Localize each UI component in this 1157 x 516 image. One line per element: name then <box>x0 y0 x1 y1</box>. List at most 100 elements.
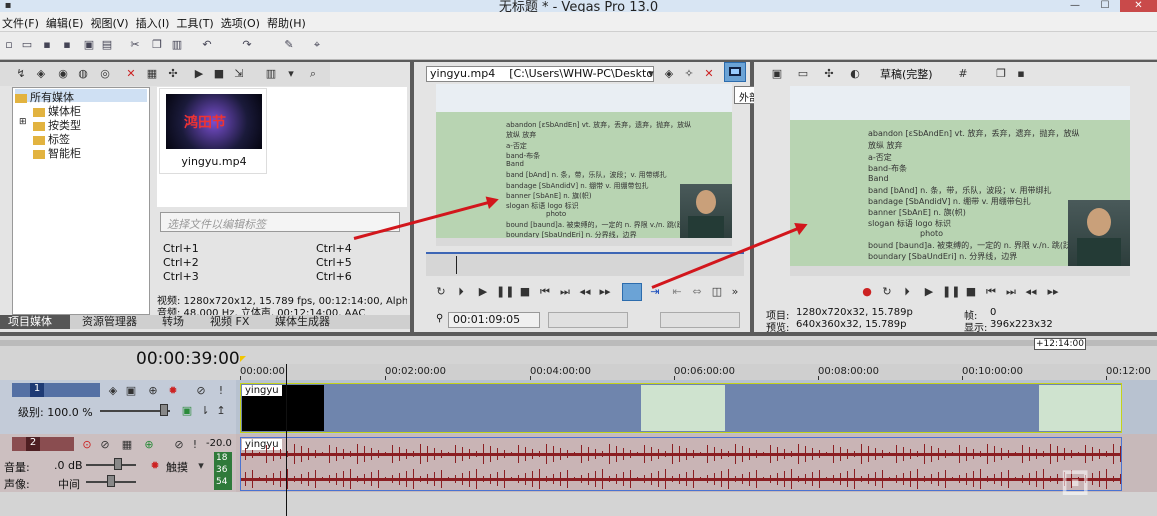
web-icon[interactable]: ◍ <box>76 67 90 81</box>
play-icon[interactable]: ▶ <box>192 67 206 81</box>
stop-icon[interactable]: ■ <box>518 285 532 299</box>
playhead[interactable] <box>286 364 287 516</box>
stop-icon[interactable]: ■ <box>964 285 978 299</box>
cut-icon[interactable]: ✂ <box>128 38 142 52</box>
touch-mode[interactable]: 触摸 <box>166 459 188 475</box>
pause-icon[interactable]: ❚❚ <box>496 285 514 299</box>
compositing-icon[interactable]: ⊕ <box>146 384 160 398</box>
level-slider-thumb[interactable] <box>160 404 168 416</box>
trimmer-timeline[interactable] <box>426 252 744 276</box>
expand-icon[interactable]: ⊞ <box>19 117 27 127</box>
mute-icon[interactable]: ⊘ <box>172 438 186 452</box>
pan-slider-thumb[interactable] <box>107 475 115 487</box>
play-icon[interactable]: ▶ <box>476 285 490 299</box>
properties-icon[interactable]: ▤ <box>100 38 114 52</box>
forward-icon[interactable]: ▸▸ <box>598 285 612 299</box>
add-to-timeline-button[interactable] <box>622 283 642 301</box>
chevron-down-icon[interactable]: ▾ <box>284 67 298 81</box>
pause-icon[interactable]: ❚❚ <box>942 285 960 299</box>
open-icon[interactable]: ▭ <box>20 38 34 52</box>
menu-item-5[interactable]: 选项(O) <box>221 12 260 31</box>
help-icon[interactable]: ⌖ <box>310 38 324 52</box>
paste-icon[interactable]: ▥ <box>170 38 184 52</box>
video-fx-icon[interactable]: ✣ <box>822 67 836 81</box>
menu-item-3[interactable]: 插入(I) <box>136 12 170 31</box>
get-media-icon[interactable]: ◉ <box>56 67 70 81</box>
views-icon[interactable]: ▥ <box>264 67 278 81</box>
prev-frame-icon[interactable]: ⏮ <box>538 285 552 299</box>
gear-icon[interactable]: ✹ <box>148 459 162 473</box>
maximize-button[interactable]: ☐ <box>1090 0 1120 12</box>
tab-explorer[interactable]: 资源管理器 <box>82 315 137 329</box>
preview-quality[interactable]: 草稿(完整) <box>880 66 933 82</box>
save-as-icon[interactable]: ▪ <box>60 38 74 52</box>
menu-item-6[interactable]: 帮助(H) <box>267 12 306 31</box>
copy-snapshot-icon[interactable]: ❐ <box>994 67 1008 81</box>
tab-video-fx[interactable]: 视频 FX <box>210 315 249 329</box>
overwrite-icon[interactable]: ⇤ <box>670 285 684 299</box>
prev-marker-icon[interactable]: ⏮ <box>984 285 998 299</box>
split-screen-icon[interactable]: ◐ <box>848 67 862 81</box>
next-frame-icon[interactable]: ⏭ <box>558 285 572 299</box>
record-icon[interactable]: ● <box>860 285 874 299</box>
menu-item-0[interactable]: 文件(F) <box>2 12 39 31</box>
auto-preview-icon[interactable]: ⇲ <box>232 67 246 81</box>
copy-icon[interactable]: ❐ <box>150 38 164 52</box>
in-point-field[interactable] <box>548 312 628 328</box>
play-icon[interactable]: ▶ <box>922 285 936 299</box>
minimize-button[interactable]: — <box>1060 0 1090 12</box>
audio-event[interactable]: yingyu <box>240 437 1122 491</box>
timeline-splitter[interactable] <box>0 340 1157 346</box>
media-thumbnail[interactable]: 鸿田节 yingyu.mp4 <box>159 88 267 174</box>
video-event[interactable]: yingyu <box>240 383 1122 433</box>
chevron-down-icon[interactable]: ▾ <box>644 67 658 81</box>
redo-icon[interactable]: ↷ <box>240 38 254 52</box>
tab-transitions[interactable]: 转场 <box>162 315 184 329</box>
trimmer-time-field[interactable]: 00:01:09:05 <box>448 312 540 328</box>
tree-item-smart-bins[interactable]: 智能柜 <box>33 145 81 161</box>
track-motion-icon[interactable]: ◈ <box>106 384 120 398</box>
track-fx-icon[interactable]: ▦ <box>120 438 134 452</box>
chevron-down-icon[interactable]: ▾ <box>194 459 208 473</box>
volume-slider[interactable] <box>86 464 136 466</box>
next-marker-icon[interactable]: ⏭ <box>1004 285 1018 299</box>
render-icon[interactable]: ▣ <box>82 38 96 52</box>
tag-input[interactable]: 选择文件以编辑标签 <box>160 212 400 232</box>
tab-project-media[interactable]: 项目媒体 <box>0 315 70 329</box>
solo-icon[interactable]: ! <box>214 384 228 398</box>
rewind-icon[interactable]: ◂◂ <box>578 285 592 299</box>
forward-icon[interactable]: ▸▸ <box>1046 285 1060 299</box>
play-from-start-icon[interactable]: ⏵ <box>454 285 468 299</box>
external-monitor-button[interactable] <box>724 62 746 82</box>
audio-icon[interactable]: ◫ <box>710 285 724 299</box>
snap-icon[interactable]: ✎ <box>282 38 296 52</box>
loop-icon[interactable]: ↻ <box>434 285 448 299</box>
new-icon[interactable]: ▫ <box>2 38 16 52</box>
track-motion-icon[interactable]: ▣ <box>180 404 194 418</box>
fit-icon[interactable]: ⇔ <box>690 285 704 299</box>
menu-item-4[interactable]: 工具(T) <box>176 12 213 31</box>
properties-icon[interactable]: ▦ <box>145 67 159 81</box>
out-point-field[interactable] <box>660 312 740 328</box>
overlays-icon[interactable]: # <box>956 67 970 81</box>
project-properties-icon[interactable]: ▣ <box>770 67 784 81</box>
remove-icon[interactable]: ✕ <box>124 67 138 81</box>
trimmer-fx-icon[interactable]: ✧ <box>682 67 696 81</box>
arrow-icon[interactable]: ↥ <box>214 404 228 418</box>
mute-icon[interactable]: ⊘ <box>194 384 208 398</box>
loop-marker[interactable] <box>240 356 246 362</box>
menu-item-2[interactable]: 视图(V) <box>90 12 128 31</box>
phase-icon[interactable]: ⊘ <box>98 438 112 452</box>
capture-icon[interactable]: ◈ <box>34 67 48 81</box>
trimmer-options-icon[interactable]: ◈ <box>662 67 676 81</box>
trimmer-close-icon[interactable]: ✕ <box>702 67 716 81</box>
save-icon[interactable]: ▪ <box>40 38 54 52</box>
save-snapshot-icon[interactable]: ▪ <box>1014 67 1028 81</box>
stop-icon[interactable]: ■ <box>212 67 226 81</box>
trimmer-file-select[interactable]: yingyu.mp4 [C:\Users\WHW-PC\Desktop\] <box>426 66 654 82</box>
tab-media-generators[interactable]: 媒体生成器 <box>275 315 330 329</box>
close-button[interactable]: ✕ <box>1120 0 1157 12</box>
solo-icon[interactable]: ! <box>188 438 202 452</box>
rewind-icon[interactable]: ◂◂ <box>1024 285 1038 299</box>
track-fx-icon[interactable]: ▣ <box>124 384 138 398</box>
